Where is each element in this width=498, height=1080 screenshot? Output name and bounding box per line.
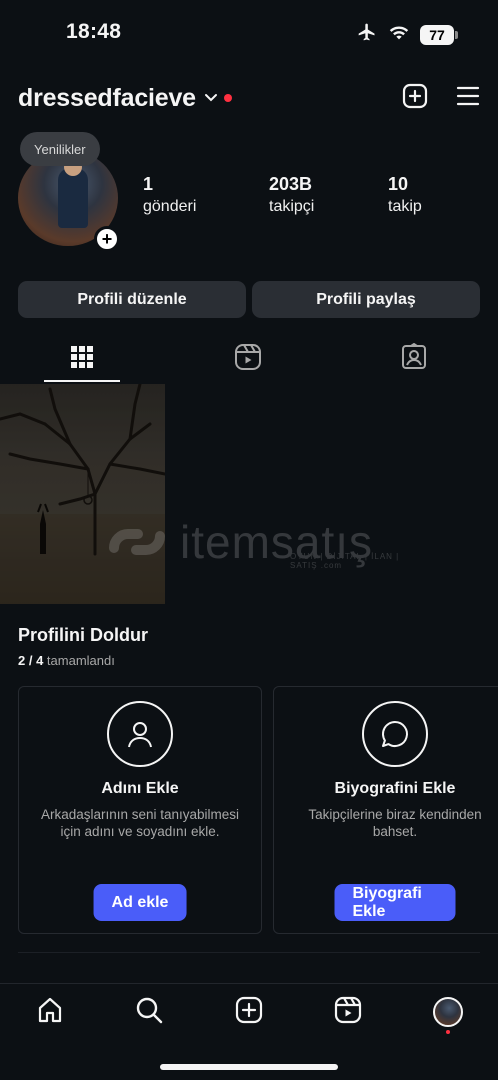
stat-followers-label: takipçi bbox=[269, 198, 315, 215]
complete-profile-title: Profilini Doldur bbox=[18, 625, 148, 645]
add-name-button[interactable]: Ad ekle bbox=[93, 884, 187, 921]
tab-grid[interactable] bbox=[42, 335, 122, 383]
profile-header: dressedfacieve bbox=[18, 78, 480, 118]
add-story-button[interactable]: + bbox=[94, 226, 120, 252]
watermark-logo: itemsatış OYUN | DİJİTAL | İLAN | SATIŞ … bbox=[104, 512, 404, 572]
bottom-navigation bbox=[0, 992, 498, 1034]
watermark-subtext: OYUN | DİJİTAL | İLAN | SATIŞ .com bbox=[290, 552, 400, 570]
notes-bubble[interactable]: Yenilikler bbox=[20, 132, 100, 166]
username[interactable]: dressedfacieve bbox=[18, 84, 196, 113]
complete-profile-progress: 2 / 4 tamamlandı bbox=[18, 653, 115, 668]
tab-reels[interactable] bbox=[208, 335, 288, 383]
nav-search[interactable] bbox=[133, 996, 165, 1028]
progress-count: 2 / 4 bbox=[18, 653, 44, 668]
grid-icon bbox=[70, 345, 94, 374]
notification-dot bbox=[223, 94, 232, 102]
chevron-down-icon[interactable] bbox=[204, 93, 218, 103]
edit-profile-button[interactable]: Profili düzenle bbox=[18, 281, 246, 318]
add-bio-button[interactable]: Biyografi Ekle bbox=[334, 884, 456, 921]
content-divider bbox=[18, 952, 480, 953]
add-name-description: Arkadaşlarının seni tanıyabilmesi için a… bbox=[40, 807, 240, 839]
add-bio-description: Takipçilerine biraz kendinden bahset. bbox=[308, 807, 482, 839]
add-bio-card[interactable]: Biyografini Ekle Takipçilerine biraz ken… bbox=[273, 686, 498, 934]
nav-profile[interactable] bbox=[432, 996, 464, 1028]
airplane-icon bbox=[356, 22, 378, 47]
stat-following[interactable]: 10 takip bbox=[388, 174, 422, 216]
share-profile-button[interactable]: Profili paylaş bbox=[252, 281, 480, 318]
battery-level: 77 bbox=[429, 26, 445, 43]
content-tabs bbox=[0, 335, 498, 383]
nav-home[interactable] bbox=[34, 996, 66, 1028]
speech-bubble-icon bbox=[362, 701, 428, 767]
active-tab-indicator bbox=[44, 380, 120, 382]
stat-followers-value: 203B bbox=[269, 174, 313, 194]
status-time: 18:48 bbox=[66, 20, 122, 43]
profile-avatar bbox=[433, 997, 463, 1027]
person-icon bbox=[107, 701, 173, 767]
tagged-icon bbox=[400, 342, 428, 376]
avatar-figure bbox=[58, 168, 88, 228]
profile-actions: Profili düzenle Profili paylaş bbox=[18, 281, 480, 318]
menu-icon[interactable] bbox=[456, 85, 480, 112]
status-icons: 77 bbox=[356, 22, 458, 47]
add-bio-title: Biyografini Ekle bbox=[334, 780, 456, 797]
nav-reels[interactable] bbox=[332, 996, 364, 1028]
add-name-card[interactable]: Adını Ekle Arkadaşlarının seni tanıyabil… bbox=[18, 686, 262, 934]
profile-notification-dot bbox=[446, 1030, 450, 1034]
wifi-icon bbox=[388, 23, 410, 46]
reels-icon bbox=[234, 343, 262, 376]
status-bar: 18:48 77 bbox=[0, 0, 498, 64]
search-icon bbox=[135, 996, 163, 1029]
watermark-icon bbox=[109, 529, 165, 555]
create-icon[interactable] bbox=[402, 83, 428, 114]
battery-icon: 77 bbox=[420, 24, 458, 45]
stat-following-value: 10 bbox=[388, 174, 409, 194]
stat-followers[interactable]: 203B takipçi bbox=[269, 174, 314, 216]
progress-label: tamamlandı bbox=[46, 653, 115, 668]
stat-posts-label: gönderi bbox=[143, 198, 197, 215]
nav-create[interactable] bbox=[233, 996, 265, 1028]
home-indicator[interactable] bbox=[160, 1064, 338, 1070]
stat-posts[interactable]: 1 gönderi bbox=[143, 174, 196, 216]
reels-icon bbox=[334, 996, 362, 1029]
add-name-title: Adını Ekle bbox=[101, 780, 179, 797]
profile-summary: + Yenilikler 1 gönderi 203B takipçi 10 t… bbox=[18, 130, 480, 252]
create-icon bbox=[235, 996, 263, 1029]
suggestion-cards: Adını Ekle Arkadaşlarının seni tanıyabil… bbox=[18, 686, 498, 934]
home-icon bbox=[36, 996, 64, 1029]
tab-tagged[interactable] bbox=[374, 335, 454, 383]
stat-posts-value: 1 bbox=[143, 174, 154, 194]
header-actions bbox=[402, 83, 480, 114]
nav-divider bbox=[0, 983, 498, 984]
stat-following-label: takip bbox=[388, 198, 422, 215]
